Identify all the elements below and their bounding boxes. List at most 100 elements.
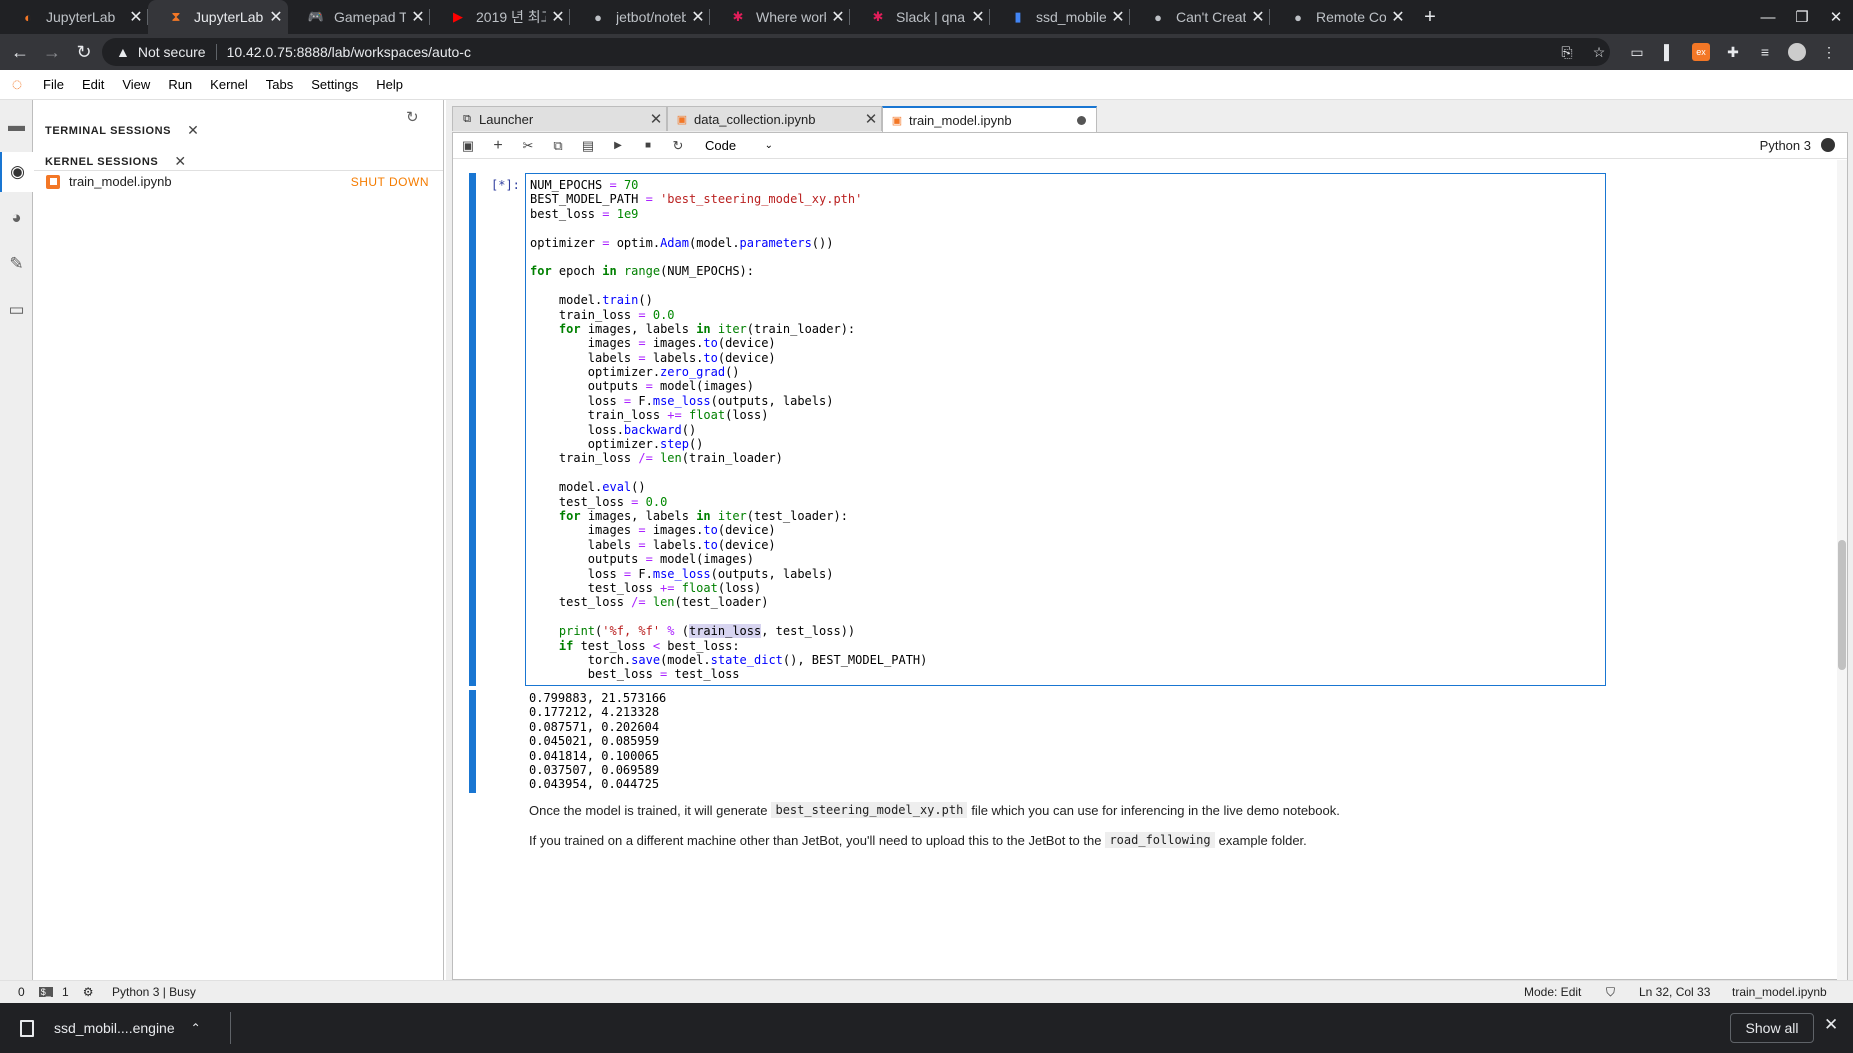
close-icon[interactable]: ✕ (174, 153, 186, 170)
back-arrow-icon[interactable]: ← (6, 38, 34, 66)
code-line[interactable]: test_loss += float(loss) (530, 581, 1605, 595)
code-line[interactable]: best_loss = test_loss (530, 667, 1605, 681)
add-cell-icon[interactable]: + (483, 134, 513, 158)
code-line[interactable]: optimizer.zero_grad() (530, 365, 1605, 379)
code-line[interactable]: train_loss /= len(train_loader) (530, 451, 1605, 465)
wrench-icon[interactable]: ✎ (0, 244, 33, 284)
code-editor[interactable]: NUM_EPOCHS = 70 BEST_MODEL_PATH = 'best_s… (525, 173, 1606, 686)
notebook-scrollbar[interactable] (1837, 160, 1847, 980)
avatar[interactable] (1788, 43, 1806, 61)
menu-view[interactable]: View (113, 77, 159, 92)
tab-launcher[interactable]: ⧉ Launcher ✕ (452, 106, 667, 131)
close-tab-icon[interactable]: ✕ (686, 7, 710, 27)
close-tab-icon[interactable]: ✕ (1386, 7, 1410, 27)
close-tab-icon[interactable]: ✕ (1246, 7, 1270, 27)
menu-tabs[interactable]: Tabs (257, 77, 302, 92)
code-line[interactable]: BEST_MODEL_PATH = 'best_steering_model_x… (530, 192, 1605, 206)
code-content[interactable]: NUM_EPOCHS = 70 BEST_MODEL_PATH = 'best_s… (530, 178, 1605, 682)
browser-tab[interactable]: ◐ JupyterLab ✕ (0, 0, 148, 34)
refresh-icon[interactable]: ↻ (406, 108, 419, 126)
close-tab-icon[interactable]: ✕ (966, 7, 990, 27)
close-tab-icon[interactable]: ✕ (264, 7, 288, 27)
close-tab-icon[interactable]: ✕ (1106, 7, 1130, 27)
input-collapser[interactable] (469, 173, 476, 686)
cursor-position[interactable]: Ln 32, Col 33 (1639, 985, 1710, 999)
address-bar[interactable]: ▲ Not secure 10.42.0.75:8888/lab/workspa… (102, 38, 1610, 66)
forward-arrow-icon[interactable]: → (38, 38, 66, 66)
code-line[interactable]: for images, labels in iter(train_loader)… (530, 322, 1605, 336)
browser-tab-active[interactable]: ⧗ JupyterLab ✕ (148, 0, 288, 34)
code-line[interactable]: train_loss = 0.0 (530, 308, 1605, 322)
menu-edit[interactable]: Edit (73, 77, 113, 92)
code-line[interactable]: images = images.to(device) (530, 336, 1605, 350)
browser-tab[interactable]: ✱ Where work ha ✕ (710, 0, 850, 34)
code-line[interactable]: outputs = model(images) (530, 552, 1605, 566)
url-text[interactable]: 10.42.0.75:8888/lab/workspaces/auto-c (227, 44, 471, 60)
code-line[interactable]: labels = labels.to(device) (530, 538, 1605, 552)
save-icon[interactable]: ▣ (453, 134, 483, 158)
code-line[interactable]: test_loss = 0.0 (530, 495, 1605, 509)
code-line[interactable]: model.train() (530, 293, 1605, 307)
menu-file[interactable]: File (34, 77, 73, 92)
code-line[interactable]: optimizer = optim.Adam(model.parameters(… (530, 236, 1605, 250)
chevron-up-icon[interactable]: ⌃ (191, 1021, 201, 1035)
kernel-session-item[interactable]: train_model.ipynb SHUT DOWN (34, 170, 443, 192)
cut-icon[interactable]: ✂ (513, 134, 543, 158)
code-line[interactable]: train_loss += float(loss) (530, 408, 1605, 422)
code-line[interactable] (530, 466, 1605, 480)
paste-icon[interactable]: ▤ (573, 134, 603, 158)
code-line[interactable]: if test_loss < best_loss: (530, 639, 1605, 653)
code-line[interactable]: loss = F.mse_loss(outputs, labels) (530, 567, 1605, 581)
menu-settings[interactable]: Settings (302, 77, 367, 92)
code-line[interactable]: for epoch in range(NUM_EPOCHS): (530, 264, 1605, 278)
tabs-icon[interactable]: ▭ (0, 290, 33, 330)
security-label[interactable]: Not secure (138, 44, 206, 60)
code-line[interactable] (530, 221, 1605, 235)
unsaved-dot-icon[interactable] (1077, 115, 1086, 125)
copy-icon[interactable]: ⧉ (543, 134, 573, 158)
code-line[interactable]: loss.backward() (530, 423, 1605, 437)
code-line[interactable]: outputs = model(images) (530, 379, 1605, 393)
scrollbar-thumb[interactable] (1838, 540, 1846, 670)
code-line[interactable]: torch.save(model.state_dict(), BEST_MODE… (530, 653, 1605, 667)
shutdown-button[interactable]: SHUT DOWN (351, 175, 429, 189)
code-line[interactable]: optimizer.step() (530, 437, 1605, 451)
tab-data-collection[interactable]: ▣ data_collection.ipynb ✕ (667, 106, 882, 131)
code-line[interactable] (530, 279, 1605, 293)
palette-icon[interactable]: ◕ (0, 198, 33, 238)
browser-tab[interactable]: ● jetbot/notebo ✕ (570, 0, 710, 34)
kernel-count[interactable]: 1 ⚙ (62, 985, 93, 999)
show-all-button[interactable]: Show all (1730, 1013, 1814, 1043)
close-icon[interactable]: ✕ (187, 122, 199, 139)
output-collapser[interactable] (469, 690, 476, 793)
shield-icon[interactable]: ⛉ (1606, 985, 1615, 1000)
code-line[interactable]: test_loss /= len(test_loader) (530, 595, 1605, 609)
menu-run[interactable]: Run (159, 77, 201, 92)
restart-icon[interactable]: ↻ (663, 134, 693, 158)
run-icon[interactable]: ▶ (603, 134, 633, 158)
browser-tab[interactable]: ● Can't Create ga ✕ (1130, 0, 1270, 34)
running-sessions-icon[interactable]: ◉ (0, 152, 33, 192)
puzzle-icon[interactable]: ✚ (1724, 43, 1742, 61)
code-line[interactable] (530, 250, 1605, 264)
browser-tab[interactable]: ▮ ssd_mobilenet ✕ (990, 0, 1130, 34)
restore-window-icon[interactable]: ❐ (1786, 0, 1818, 34)
download-item[interactable]: ssd_mobil....engine ⌃ (12, 1012, 230, 1044)
code-line[interactable]: loss = F.mse_loss(outputs, labels) (530, 394, 1605, 408)
queue-icon[interactable]: ≡ (1756, 43, 1774, 61)
code-line[interactable]: images = images.to(device) (530, 523, 1605, 537)
folder-icon[interactable]: ▬ (0, 106, 33, 146)
cell-type-select[interactable]: Code ⌄ (699, 136, 779, 156)
code-line[interactable]: best_loss = 1e9 (530, 207, 1605, 221)
close-window-icon[interactable]: ✕ (1820, 0, 1852, 34)
browser-tab[interactable]: 🎮 Gamepad Teste ✕ (288, 0, 430, 34)
browser-tab[interactable]: ✱ Slack | qna | RO ✕ (850, 0, 990, 34)
cast-icon[interactable]: ▭ (1628, 43, 1646, 61)
bookmark-star-icon[interactable]: ☆ (1590, 43, 1608, 61)
code-line[interactable]: labels = labels.to(device) (530, 351, 1605, 365)
extension-icon[interactable]: ▌ (1660, 43, 1678, 61)
close-icon[interactable]: ✕ (1824, 1015, 1838, 1035)
translate-icon[interactable]: ⎘ (1558, 43, 1576, 61)
close-tab-icon[interactable]: ✕ (546, 7, 570, 27)
code-line[interactable]: model.eval() (530, 480, 1605, 494)
